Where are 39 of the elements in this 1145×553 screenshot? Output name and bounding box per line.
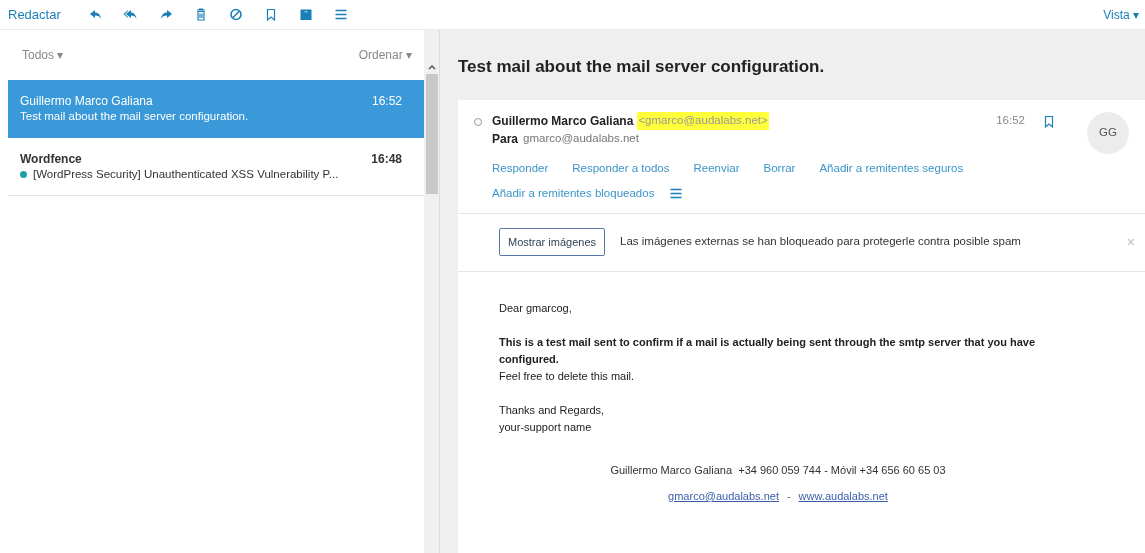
recipient-address: gmarco@audalabs.net [523,131,639,147]
message-subject: Test mail about the mail server configuration. [20,109,249,124]
link-separator: - [786,489,791,504]
message-subject: Test mail about the mail server configuration. [458,56,826,79]
action-link[interactable]: Añadir a remitentes bloqueados [492,185,655,203]
message-sender: Guillermo Marco Galiana [20,94,153,109]
message-time: 16:52 [996,113,1025,129]
signature-text: Guillermo Marco Galiana +34 960 059 744 - Móvil +34 656 60 65 03 [610,462,946,478]
message-subject: [WordPress Security] Unauthenticated XSS Vulnerability P... [33,166,339,182]
scroll-up-icon[interactable] [427,64,436,70]
message-time: 16:48 [371,151,402,167]
message-sender: Wordfence [20,151,82,167]
body-text: Dear gmarcog, [499,300,573,316]
action-link[interactable]: Responder a todos [572,160,670,178]
block-icon[interactable] [227,7,244,22]
show-images-button[interactable]: Mostrar imágenes [499,228,606,256]
close-button[interactable]: × [1126,231,1135,253]
message-time: 16:52 [371,94,402,109]
sender-name: Guillermo Marco Galiana [492,113,634,130]
email-link[interactable]: gmarco@audalabs.net [668,488,779,505]
action-link[interactable]: Responder [492,160,549,178]
compose-link[interactable]: Redactar [8,4,61,25]
scrollbar-thumb[interactable] [425,74,438,194]
body-text: Thanks and Regards, [499,402,606,418]
to-label: Para [492,131,519,148]
view-menu[interactable]: Vista ▾ [1103,5,1139,24]
body-text: Feel free to delete this mail. [499,368,636,384]
action-link[interactable]: Reenviar [693,160,740,178]
body-text: your-support name [499,419,593,435]
blocked-images-notice: Las imágenes externas se han bloqueado para protegerle contra posible spam [620,234,1021,250]
website-link[interactable]: www.audalabs.net [798,488,888,505]
action-link[interactable]: Añadir a remitentes seguros [819,160,964,178]
action-link[interactable]: Borrar [763,160,796,178]
avatar: GG [1087,112,1129,154]
sender-address: <gmarco@audalabs.net> [637,112,769,130]
message-row[interactable]: Guillermo Marco Galiana 16:52 Test mail about the mail server configuration. [8,80,424,138]
filter-dropdown[interactable]: Todos ▾ [22,46,64,64]
body-text: This is a test mail sent to confirm if a mail is actually being sent through the smtp server that you have configured. [499,334,1037,367]
sort-dropdown[interactable]: Ordenar ▾ [358,46,412,64]
